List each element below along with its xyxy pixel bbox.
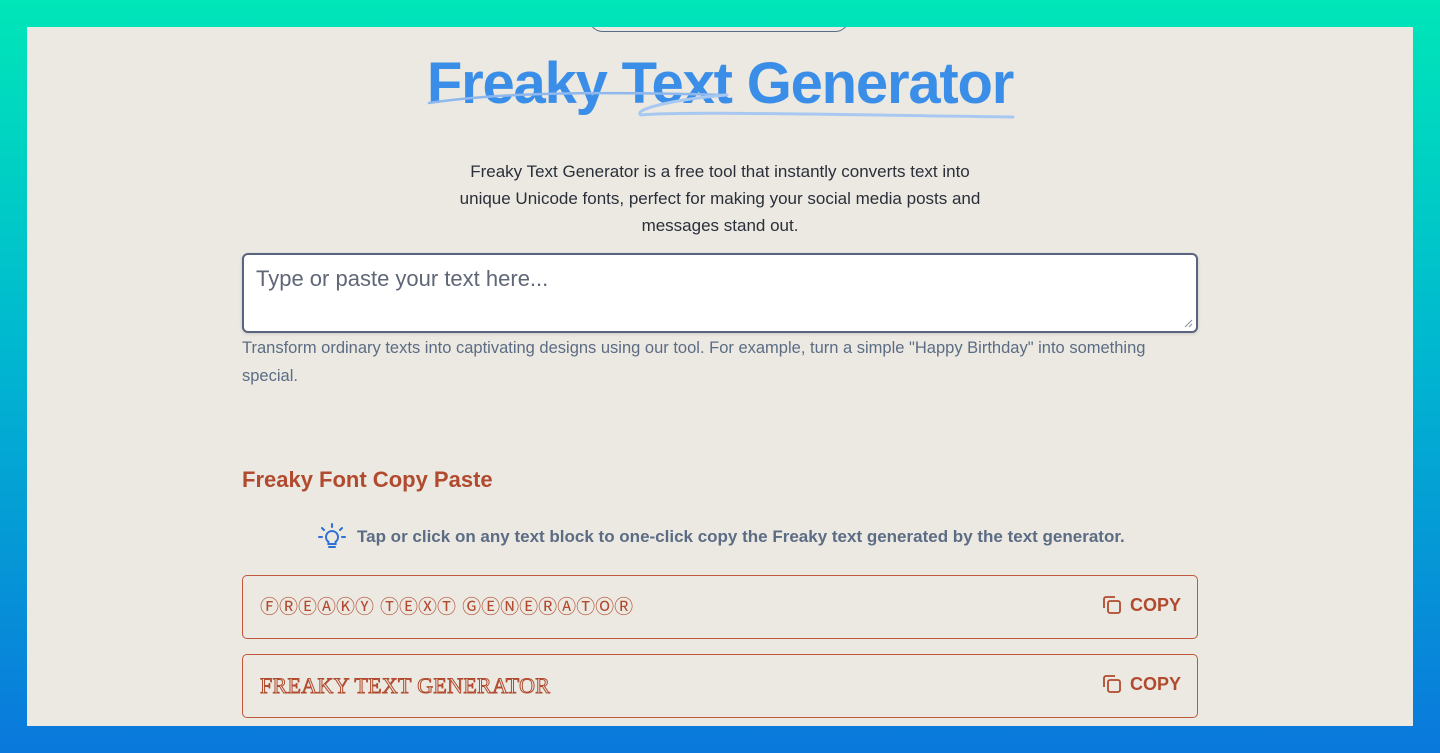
text-input-wrapper [242,253,1198,333]
copy-icon [1103,675,1121,693]
result-text: ⒻⓇⒺⒶⓀⓎ ⓉⒺⓍⓉ ⒼⒺⓃⒺⓇⒶⓉⓄⓇ [260,596,634,618]
copy-tip-text: Tap or click on any text block to one-cl… [357,527,1125,546]
top-nav-pill[interactable] [589,27,849,32]
page-description: Freaky Text Generator is a free tool tha… [459,162,981,235]
copy-button[interactable]: COPY [1100,672,1181,696]
text-input[interactable] [244,255,1196,331]
resize-handle[interactable] [1184,319,1193,328]
copy-button-label: COPY [1129,594,1181,615]
section-title: Freaky Font Copy Paste [242,467,493,492]
copy-tip: Tap or click on any text block to one-cl… [317,522,1125,552]
result-text: FREAKY TEXT GENERATOR [259,673,551,699]
copy-button-label: COPY [1129,673,1181,694]
result-block-outline[interactable]: FREAKY TEXT GENERATOR COPY [242,654,1198,718]
result-block-circled[interactable]: ⒻⓇⒺⒶⓀⓎ ⓉⒺⓍⓉ ⒼⒺⓃⒺⓇⒶⓉⓄⓇ COPY [242,575,1198,639]
input-helper-text: Transform ordinary texts into captivatin… [242,339,1146,385]
title-wrap: Freaky Text Generator [27,51,1413,119]
lightbulb-icon [318,523,346,548]
copy-button[interactable]: COPY [1100,593,1181,617]
page-title-text: Freaky Text Generator [426,51,1014,116]
page-title: Freaky Text Generator [426,51,1015,119]
copy-icon [1103,596,1121,614]
page-frame: Freaky Text Generator Freaky Text Genera… [27,27,1413,726]
